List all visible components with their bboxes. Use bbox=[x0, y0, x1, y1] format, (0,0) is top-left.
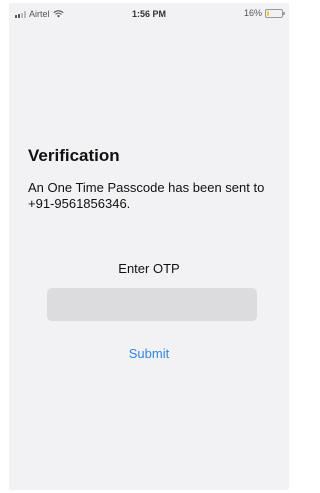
status-bar: Airtel 1:56 PM 16% bbox=[9, 3, 289, 25]
status-right: 16% bbox=[243, 8, 285, 18]
battery-level bbox=[267, 10, 270, 16]
verification-message: An One Time Passcode has been sent to +9… bbox=[28, 180, 265, 211]
submit-button[interactable]: Submit bbox=[9, 346, 289, 361]
page-title: Verification bbox=[28, 146, 120, 165]
battery-percent: 16% bbox=[243, 8, 262, 18]
otp-input[interactable] bbox=[47, 288, 257, 321]
otp-label: Enter OTP bbox=[118, 261, 180, 276]
battery-icon bbox=[265, 8, 285, 18]
phone-screen: Airtel 1:56 PM 16% Verification An One T… bbox=[9, 3, 289, 490]
